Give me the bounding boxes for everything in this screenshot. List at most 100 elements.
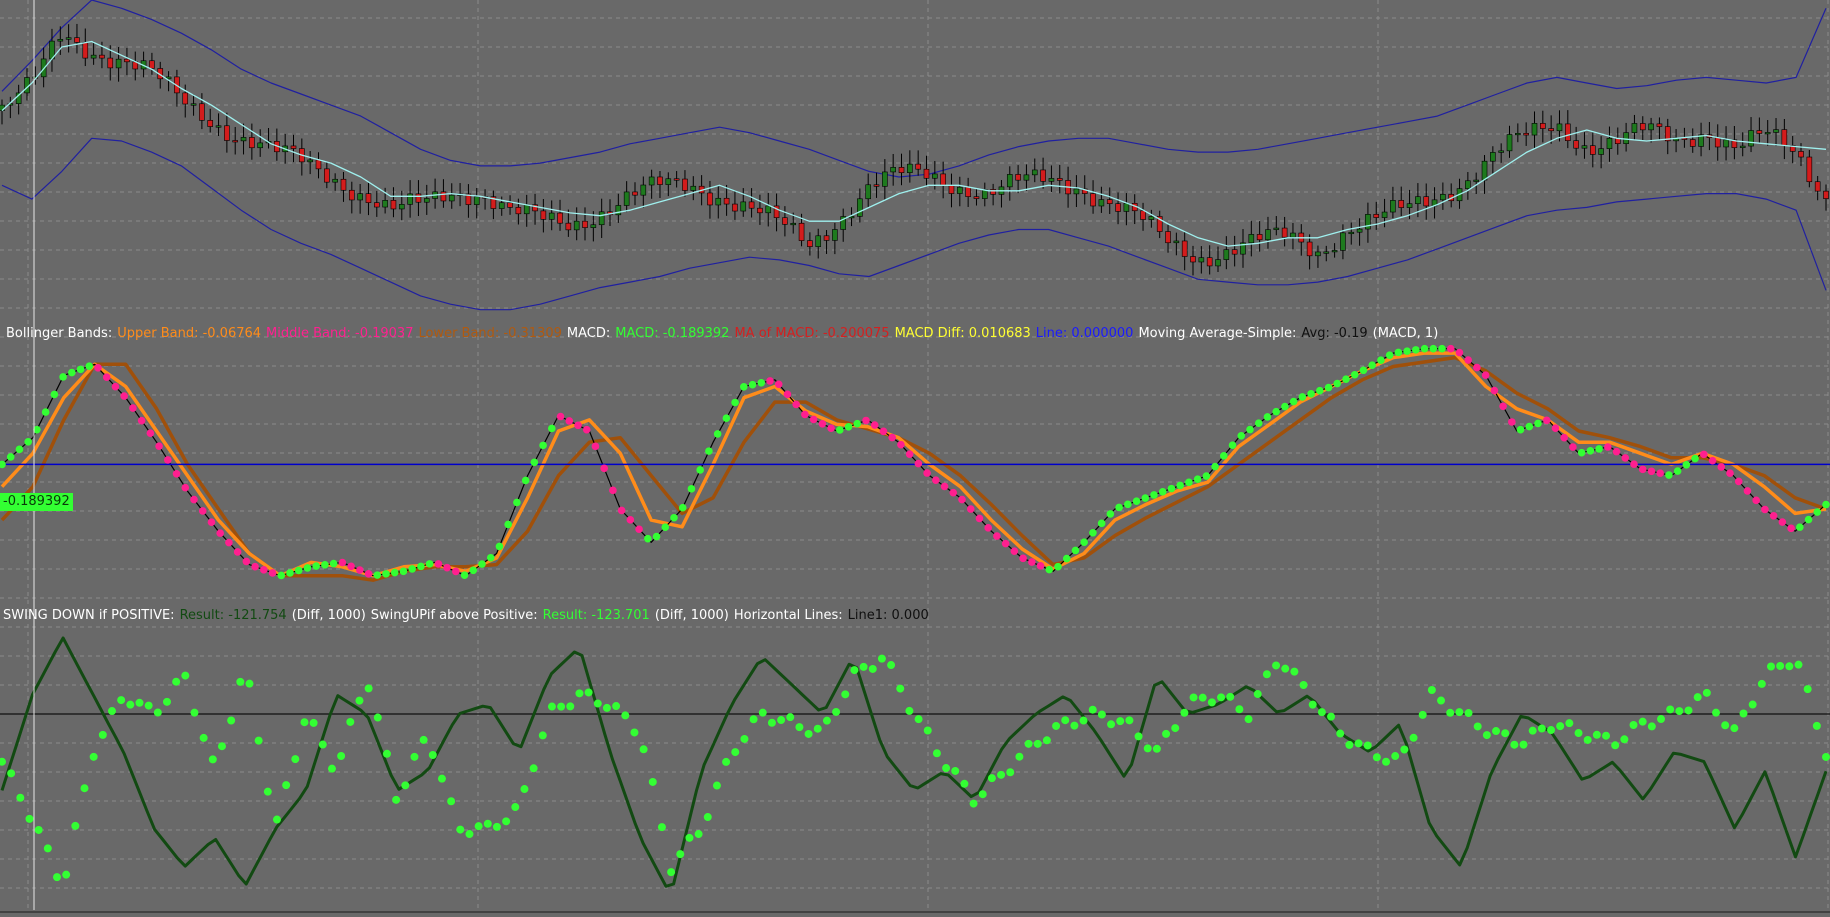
macd-dot xyxy=(923,469,931,477)
macd-dot xyxy=(321,561,329,569)
candle-body xyxy=(523,204,530,215)
macd-dot xyxy=(888,433,896,442)
candle-body xyxy=(57,38,64,42)
legend-entry: Result: -123.701 xyxy=(542,608,650,623)
candle-body xyxy=(1315,251,1321,257)
macd-dot xyxy=(390,568,399,577)
candle-body xyxy=(1015,174,1021,181)
swing-up-dot xyxy=(1574,729,1583,738)
macd-dot xyxy=(417,562,425,571)
macd-dot xyxy=(50,390,59,399)
candle-body xyxy=(815,235,822,247)
macd-dot xyxy=(862,416,870,425)
candle-body xyxy=(1356,228,1363,233)
swing-up-dot xyxy=(236,677,245,686)
macd-dot xyxy=(137,416,146,425)
swing-up-dot xyxy=(1583,735,1592,744)
candle-body xyxy=(373,202,380,208)
macd-dot xyxy=(294,566,303,575)
swing-up-dot xyxy=(80,784,89,793)
swing-up-dot xyxy=(1052,721,1061,730)
swing-up-dot xyxy=(355,696,364,705)
swing-up-dot xyxy=(877,654,886,663)
swing-up-dot xyxy=(456,825,465,834)
candle-body xyxy=(832,229,838,241)
macd-dot xyxy=(425,560,434,568)
candle-body xyxy=(1006,174,1013,188)
swing-up-dot xyxy=(1400,745,1409,754)
candle-body xyxy=(74,37,80,43)
macd-dot xyxy=(102,373,111,382)
legend-entry: (MACD, 1) xyxy=(1372,326,1439,341)
candle-body xyxy=(890,167,896,173)
macd-dot xyxy=(364,570,373,578)
macd-dot xyxy=(1115,503,1123,512)
macd-dot xyxy=(1062,554,1071,563)
candle-body xyxy=(640,184,647,196)
macd-dot xyxy=(68,368,76,377)
swing-up-dot xyxy=(621,711,630,720)
macd-dot xyxy=(949,488,958,497)
swing-up-dot xyxy=(1803,685,1812,694)
swing-up-dot xyxy=(492,822,501,831)
macd-dot xyxy=(774,380,783,389)
swing-legend: SWING DOWN if POSITIVE: Result: -121.754 (… xyxy=(0,607,934,625)
candle-body xyxy=(1365,214,1371,230)
swing-up-dot xyxy=(1455,708,1464,717)
swing-up-dot xyxy=(181,671,190,680)
swing-up-dot xyxy=(602,703,611,712)
candle-body xyxy=(873,184,880,187)
macd-dot xyxy=(652,532,661,541)
swing-up-dot xyxy=(172,677,181,686)
swing-up-dot xyxy=(71,821,80,830)
macd-dot xyxy=(303,564,312,572)
swing-up-dot xyxy=(245,679,254,688)
macd-dot xyxy=(513,498,521,507)
swing-up-dot xyxy=(1492,727,1501,736)
macd-dot xyxy=(1673,467,1682,475)
macd-dot xyxy=(1202,472,1211,480)
swing-up-dot xyxy=(997,770,1006,779)
macd-dot xyxy=(1717,463,1726,471)
macd-dot xyxy=(853,419,862,428)
macd-dot xyxy=(1220,452,1228,460)
candle-body xyxy=(1265,229,1271,241)
macd-dot xyxy=(1778,518,1787,526)
macd-dot xyxy=(975,514,984,523)
swing-up-dot xyxy=(1547,726,1556,735)
swing-up-dot xyxy=(1427,686,1436,695)
macd-dot xyxy=(1385,351,1394,359)
candle-body xyxy=(1423,196,1430,207)
swing-up-dot xyxy=(1317,708,1326,717)
swing-up-dot xyxy=(318,740,327,749)
chart-background xyxy=(0,0,1830,917)
candle-body xyxy=(382,200,388,208)
swing-up-dot xyxy=(1647,722,1656,731)
swing-up-dot xyxy=(1519,740,1528,749)
swing-up-dot xyxy=(667,868,676,877)
macd-dot xyxy=(469,566,478,575)
macd-dot xyxy=(1001,539,1010,548)
swing-up-dot xyxy=(1171,724,1180,733)
swing-up-dot xyxy=(960,779,969,788)
macd-dot xyxy=(1796,523,1804,531)
macd-dot xyxy=(1324,383,1333,392)
candle-body xyxy=(440,191,447,202)
candle-body xyxy=(823,235,830,241)
candle-body xyxy=(182,92,189,105)
macd-dot xyxy=(59,373,67,381)
swing-up-dot xyxy=(1088,705,1097,714)
legend-entry: MACD: -0.189392 xyxy=(615,326,730,341)
macd-dot xyxy=(539,441,547,450)
macd-dot xyxy=(111,382,120,391)
candle-body xyxy=(857,198,863,217)
swing-up-dot xyxy=(410,752,419,761)
swing-up-dot xyxy=(1501,729,1510,738)
candle-body xyxy=(415,193,422,203)
swing-up-dot xyxy=(465,830,474,839)
swing-up-dot xyxy=(1629,721,1638,730)
macd-dot xyxy=(1516,425,1525,434)
swing-up-dot xyxy=(1033,739,1042,748)
candle-body xyxy=(1048,178,1055,182)
chart-canvas xyxy=(0,0,1830,917)
